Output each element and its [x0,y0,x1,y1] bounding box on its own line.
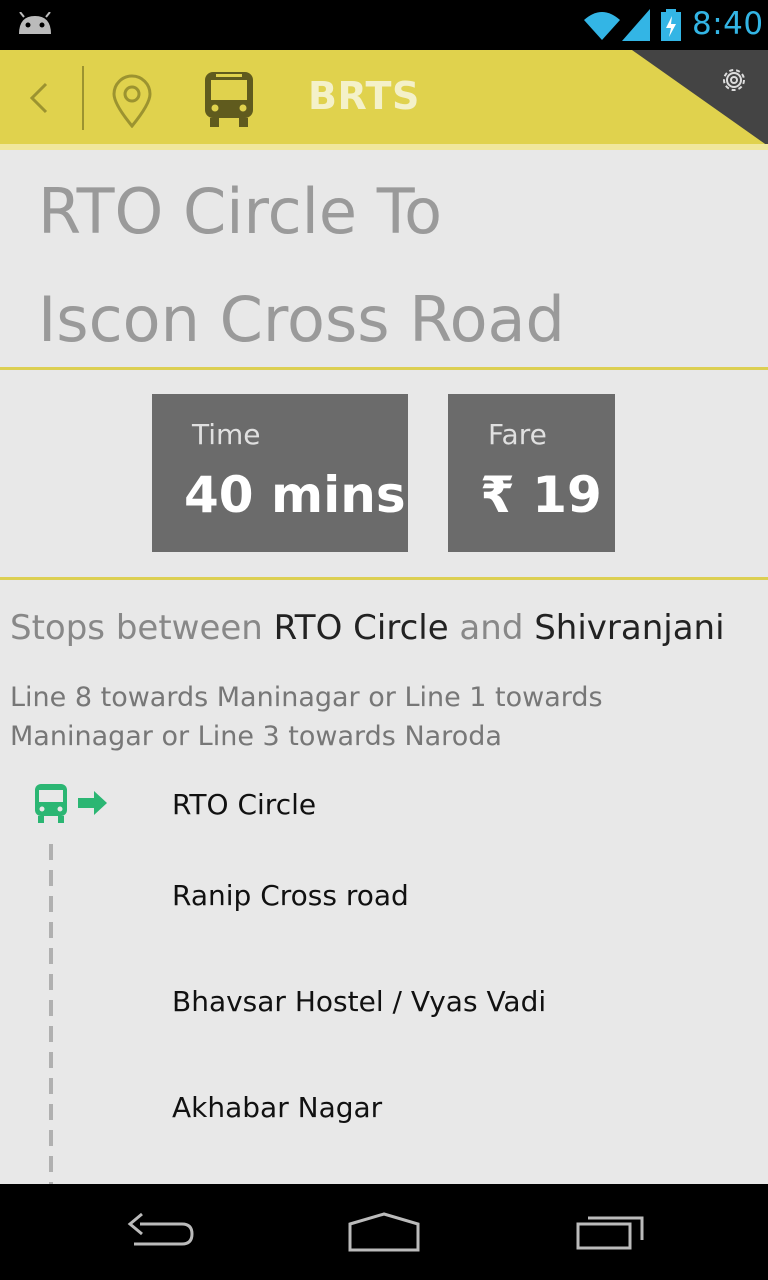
app-title: BRTS [308,74,420,118]
stops-header-from: RTO Circle [273,608,449,648]
status-bar: 8:40 [0,0,768,50]
home-nav-icon[interactable] [346,1210,422,1254]
route-title-line2: Iscon Cross Road [38,283,565,356]
back-nav-icon[interactable] [124,1210,196,1254]
divider [0,367,768,370]
route-dashed-line [49,844,53,1184]
bus-stop-icon [35,784,67,823]
location-pin-icon[interactable] [108,74,156,128]
action-bar-divider [82,66,84,130]
android-icon [19,12,51,34]
stops-header-and: and [448,608,535,648]
stop-item[interactable]: Ranip Cross road [172,879,409,912]
stops-header-to: Shivranjani [534,608,725,648]
arrow-right-icon [78,791,107,815]
navigation-bar [0,1184,768,1280]
stops-header: Stops between RTO Circle and Shivranjani [10,608,725,648]
fare-value: ₹ 19 [480,466,602,524]
time-value: 40 mins [184,466,406,524]
recent-apps-icon[interactable] [574,1210,646,1254]
route-title-line1: RTO Circle To [38,175,443,248]
stop-item[interactable]: Akhabar Nagar [172,1091,382,1124]
status-clock: 8:40 [692,6,764,42]
settings-gear-icon[interactable] [718,64,750,96]
stop-item[interactable]: Bhavsar Hostel / Vyas Vadi [172,985,546,1018]
fare-label: Fare [488,418,547,451]
time-label: Time [192,418,261,451]
divider [0,577,768,580]
bus-icon[interactable] [202,68,256,130]
stop-item[interactable]: RTO Circle [172,788,316,821]
signal-icon [622,9,650,41]
route-title: RTO Circle To Iscon Cross Road [38,158,758,374]
battery-charging-icon [661,9,681,41]
back-icon[interactable] [24,74,60,122]
time-box: Time 40 mins [152,394,408,552]
lines-description: Line 8 towards Maninagar or Line 1 towar… [10,682,603,752]
stops-header-prefix: Stops between [10,608,274,648]
action-bar: BRTS [0,50,768,150]
wifi-icon [584,12,620,40]
fare-box: Fare ₹ 19 [448,394,615,552]
